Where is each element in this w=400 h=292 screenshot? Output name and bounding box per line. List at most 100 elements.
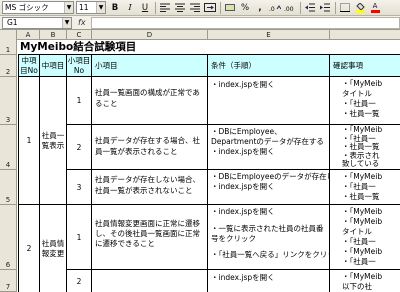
select-all-corner[interactable] <box>0 30 17 40</box>
formula-bar: G1 ▼ fx <box>0 16 400 30</box>
underline-button[interactable]: U <box>138 1 152 14</box>
item-text-cell[interactable]: 社員情報変更画面に正常に遷移し、その後社員一覧画面に正常に遷移できること <box>92 205 208 270</box>
condition-line: ・index.jspを開く <box>211 273 275 282</box>
toolbar-divider <box>155 1 156 14</box>
confirm-line: ・「MyMeib <box>342 79 383 88</box>
row-header-5[interactable]: 5 <box>0 170 17 205</box>
currency-button[interactable] <box>223 1 237 14</box>
formatting-toolbar: MS ゴシック ▼ 11 ▼ B I U % , .0 .00 A <box>0 0 400 16</box>
confirm-line: ・「社員一 <box>342 237 376 246</box>
fill-color-swatch <box>355 9 365 13</box>
fill-color-button[interactable] <box>353 1 367 14</box>
confirm-line: ・「社員一 <box>342 182 376 191</box>
confirm-line: タイトル <box>342 227 372 236</box>
condition-line: ・index.jspを開く <box>211 147 275 156</box>
sheet-title[interactable]: MyMeibo結合試験項目 <box>18 40 400 55</box>
cell-reference: G1 <box>7 17 18 27</box>
column-header-bar: A B C D E <box>0 30 400 40</box>
condition-cell[interactable]: ・index.jspを開く <box>208 270 330 292</box>
confirm-line: ・「社員一 <box>342 99 376 108</box>
column-header-c[interactable]: C <box>67 30 92 40</box>
row-header-7[interactable]: 7 <box>0 270 17 292</box>
formula-input[interactable] <box>90 16 400 29</box>
confirm-cell[interactable]: ・「MyMeib ・「社員一 ・社員一覧 ・表示され 致している <box>330 125 400 170</box>
condition-line: ・index.jspを開く <box>211 207 275 216</box>
decrease-decimal-button[interactable]: .00 <box>283 1 297 14</box>
item-no-cell[interactable]: 1 <box>67 205 92 270</box>
header-small-no[interactable]: 小項目No <box>67 55 92 77</box>
bold-label: B <box>111 2 119 13</box>
italic-button[interactable]: I <box>123 1 137 14</box>
row-header-6[interactable]: 6 <box>0 205 17 270</box>
comma-label: , <box>258 2 262 13</box>
column-header-a[interactable]: A <box>17 30 40 40</box>
confirm-cell[interactable]: ・「MyMeib ・「社員一 ・社員一覧 <box>330 170 400 205</box>
item-no-cell[interactable]: 2 <box>67 270 92 292</box>
confirm-line: ・「MyMeib <box>342 207 383 216</box>
header-mid-no[interactable]: 中項目No <box>18 55 40 77</box>
percent-button[interactable]: % <box>238 1 252 14</box>
row-header-1[interactable]: 1 <box>0 40 17 55</box>
borders-button[interactable] <box>338 1 352 14</box>
confirm-cell[interactable]: ・「MyMeib タイトル ・「社員一 ・社員一覧 <box>330 77 400 125</box>
column-header-f[interactable] <box>330 30 400 40</box>
item-text-cell[interactable] <box>92 270 208 292</box>
item-text-cell[interactable]: 社員一覧画面の構成が正常であること <box>92 77 208 125</box>
toolbar-divider <box>300 1 301 14</box>
header-mid[interactable]: 中項目 <box>40 55 67 77</box>
merge-center-button[interactable] <box>203 1 217 14</box>
font-name-select[interactable]: MS ゴシック ▼ <box>2 1 74 14</box>
comma-style-button[interactable]: , <box>253 1 267 14</box>
row-header-3[interactable]: 3 <box>0 77 17 125</box>
header-small[interactable]: 小項目 <box>92 55 208 77</box>
condition-line: ・DBにEmployee、Departmentのデータが存在する <box>211 127 324 146</box>
merge-cells-icon <box>204 3 216 12</box>
font-name-value: MS ゴシック <box>5 3 49 12</box>
group-no-cell[interactable]: 1 <box>18 77 40 205</box>
name-box[interactable]: G1 ▼ <box>2 16 72 29</box>
confirm-line: ・「MyMeib <box>342 172 383 181</box>
align-center-button[interactable] <box>173 1 187 14</box>
group-name-cell[interactable]: 社員一覧表示 <box>40 77 67 205</box>
font-size-select[interactable]: 11 ▼ <box>76 1 106 14</box>
svg-text:.00: .00 <box>284 6 294 12</box>
font-color-icon: A <box>372 1 378 10</box>
decrease-decimal-icon: .00 <box>284 6 294 12</box>
column-header-b[interactable]: B <box>40 30 67 40</box>
item-text-cell[interactable]: 社員データが存在する場合、社員一覧が表示されること <box>92 125 208 170</box>
column-header-e[interactable]: E <box>208 30 330 40</box>
italic-label: I <box>128 2 132 13</box>
condition-cell[interactable]: ・index.jspを開く <box>208 77 330 125</box>
align-left-button[interactable] <box>158 1 172 14</box>
row-header-2[interactable]: 2 <box>0 55 17 77</box>
condition-cell[interactable]: ・DBにEmployee、Departmentのデータが存在する ・index.… <box>208 125 330 170</box>
increase-decimal-button[interactable]: .0 <box>268 1 282 14</box>
bold-button[interactable]: B <box>108 1 122 14</box>
condition-cell[interactable]: ・index.jspを開く ・一覧に表示された社員の社員番号をクリック ・「社員… <box>208 205 330 270</box>
function-icon[interactable]: fx <box>78 18 86 27</box>
align-right-button[interactable] <box>188 1 202 14</box>
condition-line: ・index.jspを開く <box>211 80 275 89</box>
condition-cell[interactable]: ・DBにEmployeeのデータが存在しない ・index.jspを開く <box>208 170 330 205</box>
font-color-swatch <box>370 9 380 13</box>
header-condition[interactable]: 条件（手順） <box>208 55 330 77</box>
confirm-cell[interactable]: ・「MyMeib 以下の社 <box>330 270 400 292</box>
increase-indent-button[interactable] <box>318 1 332 14</box>
chevron-down-icon: ▼ <box>96 2 105 13</box>
item-no-cell[interactable]: 2 <box>67 125 92 170</box>
indent-icon <box>320 3 330 12</box>
item-text-cell[interactable]: 社員データが存在しない場合、社員一覧が表示されないこと <box>92 170 208 205</box>
confirm-cell[interactable]: ・「MyMeib ・「MyMeib タイトル ・「社員一 ・「MyMeib ・「… <box>330 205 400 270</box>
item-no-cell[interactable]: 1 <box>67 77 92 125</box>
column-header-d[interactable]: D <box>92 30 208 40</box>
header-confirm[interactable]: 確認事項 <box>330 55 400 77</box>
underline-label: U <box>141 2 149 13</box>
decrease-indent-button[interactable] <box>303 1 317 14</box>
font-color-button[interactable]: A <box>368 1 382 14</box>
condition-line: ・DBにEmployeeのデータが存在しない <box>211 172 329 181</box>
item-no-cell[interactable]: 3 <box>67 170 92 205</box>
paint-bucket-icon <box>356 2 365 10</box>
row-header-4[interactable]: 4 <box>0 125 17 170</box>
group-name-cell[interactable]: 社員情報変更 <box>40 205 67 292</box>
group-no-cell[interactable]: 2 <box>18 205 40 292</box>
